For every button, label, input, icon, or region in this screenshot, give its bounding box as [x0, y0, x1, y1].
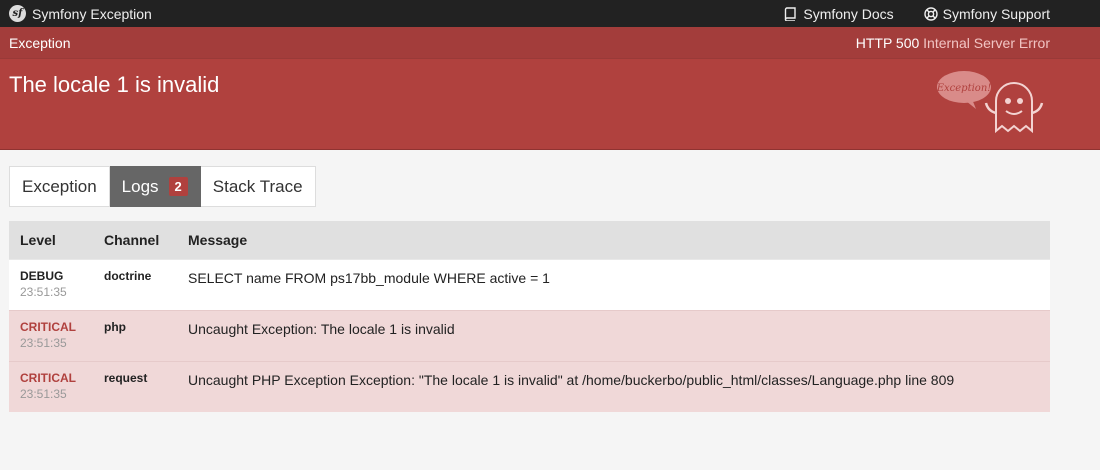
exception-meta: Exception HTTP 500 Internal Server Error: [0, 27, 1100, 59]
log-channel: doctrine: [104, 268, 152, 283]
top-bar: sf Symfony Exception Symfony Docs Symfon…: [0, 0, 1100, 27]
channel-cell: php: [93, 309, 177, 361]
message-cell: Uncaught PHP Exception Exception: "The l…: [177, 360, 1050, 412]
exception-title: The locale 1 is invalid: [9, 72, 220, 97]
tab-logs-label: Logs: [121, 176, 159, 196]
channel-cell: doctrine: [93, 258, 177, 310]
brand-title: Symfony Exception: [32, 5, 152, 22]
table-row: DEBUG 23:51:35 doctrine SELECT name FROM…: [9, 258, 1050, 310]
level-cell: CRITICAL 23:51:35: [9, 309, 93, 361]
tab-bar: Exception Logs 2 Stack Trace: [9, 166, 1100, 207]
message-cell: SELECT name FROM ps17bb_module WHERE act…: [177, 258, 1050, 310]
level-cell: DEBUG 23:51:35: [9, 258, 93, 310]
http-status: HTTP 500 Internal Server Error: [856, 35, 1050, 51]
log-message: Uncaught PHP Exception Exception: "The l…: [188, 371, 955, 388]
table-row: CRITICAL 23:51:35 php Uncaught Exception…: [9, 309, 1050, 361]
http-status-text: Internal Server Error: [923, 34, 1050, 51]
log-level: DEBUG: [20, 268, 64, 283]
lifebuoy-icon: [923, 6, 938, 21]
log-time: 23:51:35: [20, 386, 67, 401]
logs-table: Level Channel Message DEBUG 23:51:35 doc…: [9, 221, 1050, 412]
top-links: Symfony Docs Symfony Support: [784, 6, 1050, 22]
symfony-docs-label: Symfony Docs: [803, 5, 894, 22]
channel-cell: request: [93, 360, 177, 412]
exception-label: Exception: [9, 34, 71, 51]
brand[interactable]: sf Symfony Exception: [9, 5, 152, 22]
book-icon: [785, 6, 797, 21]
log-level: CRITICAL: [20, 370, 76, 385]
exception-summary: Exception HTTP 500 Internal Server Error…: [0, 27, 1100, 150]
exception-message-block: The locale 1 is invalid Exception!: [0, 59, 1100, 150]
symfony-support-label: Symfony Support: [942, 5, 1050, 22]
tab-exception[interactable]: Exception: [9, 166, 110, 207]
log-time: 23:51:35: [20, 284, 67, 299]
header-level: Level: [9, 221, 93, 259]
header-message: Message: [177, 221, 1050, 259]
header-channel: Channel: [93, 221, 177, 259]
level-cell: CRITICAL 23:51:35: [9, 360, 93, 412]
logs-header-row: Level Channel Message: [9, 221, 1050, 259]
log-message: SELECT name FROM ps17bb_module WHERE act…: [188, 269, 550, 286]
log-channel: php: [104, 319, 126, 334]
symfony-support-link[interactable]: Symfony Support: [923, 5, 1050, 22]
logs-count-badge: 2: [168, 177, 188, 196]
symfony-docs-link[interactable]: Symfony Docs: [784, 5, 894, 22]
log-time: 23:51:35: [20, 335, 67, 350]
tab-logs[interactable]: Logs 2: [109, 166, 201, 207]
http-status-code: HTTP 500: [855, 34, 920, 51]
tab-stack-trace[interactable]: Stack Trace: [200, 166, 316, 207]
table-row: CRITICAL 23:51:35 request Uncaught PHP E…: [9, 360, 1050, 412]
message-cell: Uncaught Exception: The locale 1 is inva…: [177, 309, 1050, 361]
tab-stack-trace-label: Stack Trace: [212, 176, 303, 196]
tab-exception-label: Exception: [22, 176, 97, 196]
ghost-speech-text: Exception!: [936, 83, 991, 94]
symfony-logo-icon: sf: [9, 5, 26, 22]
log-message: Uncaught Exception: The locale 1 is inva…: [188, 320, 455, 337]
exception-ghost-icon: Exception!: [936, 71, 1044, 134]
log-level: CRITICAL: [20, 319, 76, 334]
log-channel: request: [104, 370, 148, 385]
